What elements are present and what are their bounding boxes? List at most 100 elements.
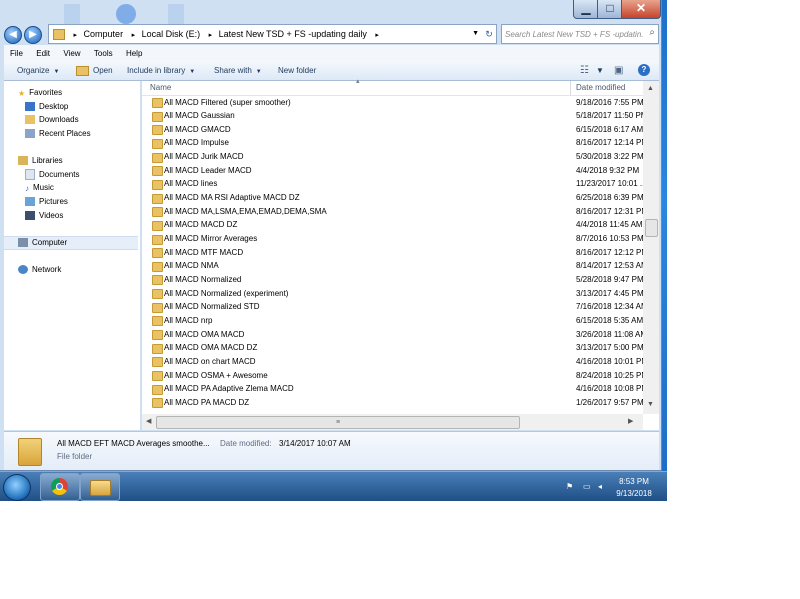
minimize-button[interactable]: ▁	[573, 0, 599, 19]
nav-recent-places[interactable]: Recent Places	[25, 128, 91, 140]
folder-icon	[152, 207, 163, 218]
breadcrumb-computer[interactable]: Computer	[84, 29, 124, 39]
breadcrumb-local-disk[interactable]: Local Disk (E:)	[142, 29, 201, 39]
clock-date[interactable]: 9/13/2018	[612, 489, 656, 498]
nav-documents-label: Documents	[39, 170, 80, 179]
file-row[interactable]: All MACD on chart MACD 4/16/2018 10:01 PM	[142, 355, 643, 369]
desktop-icon-shadow	[64, 4, 80, 24]
file-name: All MACD Jurik MACD	[164, 152, 244, 162]
folder-icon	[152, 343, 163, 354]
file-row[interactable]: All MACD Mirror Averages 8/7/2016 10:53 P…	[142, 233, 643, 247]
start-button[interactable]	[3, 474, 31, 501]
scroll-down-icon[interactable]: ▼	[647, 401, 654, 408]
file-row[interactable]: All MACD Normalized STD 7/16/2018 12:34 A…	[142, 301, 643, 315]
menu-help[interactable]: Help	[126, 46, 142, 62]
scroll-up-icon[interactable]: ▲	[647, 85, 654, 92]
menu-view[interactable]: View	[63, 46, 80, 62]
search-box[interactable]: ⌕	[501, 24, 659, 44]
file-row[interactable]: All MACD nrp 6/15/2018 5:35 AM	[142, 314, 643, 328]
column-divider[interactable]	[570, 81, 571, 95]
flag-icon[interactable]: ⚑	[566, 482, 573, 491]
file-date-modified: 1/26/2017 9:57 PM	[576, 397, 643, 407]
star-icon: ★	[18, 89, 26, 99]
file-row[interactable]: All MACD Impulse 8/16/2017 12:14 PM	[142, 137, 643, 151]
file-row[interactable]: All MACD OMA MACD 3/26/2018 11:08 AM	[142, 328, 643, 342]
chevron-down-icon[interactable]: ▼	[472, 25, 479, 43]
back-button[interactable]: ◀	[4, 26, 22, 44]
taskbar-explorer[interactable]	[80, 473, 120, 501]
help-icon[interactable]: ?	[638, 64, 650, 76]
scroll-left-icon[interactable]: ◀	[146, 417, 151, 425]
nav-pictures[interactable]: Pictures	[25, 196, 68, 208]
nav-network[interactable]: Network	[18, 264, 61, 276]
file-row[interactable]: All MACD Normalized 5/28/2018 9:47 PM	[142, 273, 643, 287]
nav-music[interactable]: ♪ Music	[25, 182, 54, 194]
taskbar-chrome[interactable]	[40, 473, 80, 501]
horizontal-scroll-thumb[interactable]: ≡	[156, 416, 520, 429]
folder-icon	[53, 29, 65, 41]
chevron-down-icon[interactable]: ▼	[596, 61, 604, 80]
forward-button[interactable]: ▶	[24, 26, 42, 44]
file-date-modified: 8/16/2017 12:31 PM	[576, 206, 643, 216]
file-date-modified: 5/18/2017 11:50 PM	[576, 111, 643, 121]
file-date-modified: 3/26/2018 11:08 AM	[576, 329, 643, 339]
menu-edit[interactable]: Edit	[36, 46, 50, 62]
nav-computer[interactable]: Computer	[4, 236, 138, 250]
menu-tools[interactable]: Tools	[94, 46, 113, 62]
nav-desktop[interactable]: Desktop	[25, 101, 68, 113]
file-row[interactable]: All MACD MTF MACD 8/16/2017 12:12 PM	[142, 246, 643, 260]
speaker-icon[interactable]: ◂	[598, 482, 602, 491]
folder-icon	[152, 98, 163, 108]
file-date-modified: 9/18/2016 7:55 PM	[576, 97, 643, 107]
share-with-button[interactable]: Share with ▼	[214, 61, 262, 82]
file-row[interactable]: All MACD PA Adaptive Zlema MACD 4/16/2018…	[142, 383, 643, 397]
open-button[interactable]: Open	[76, 61, 113, 80]
maximize-button[interactable]: □	[597, 0, 623, 19]
vertical-scrollbar[interactable]: ▲ ▼	[643, 81, 659, 414]
file-row[interactable]: All MACD Leader MACD 4/4/2018 9:32 PM	[142, 164, 643, 178]
file-date-modified: 8/16/2017 12:12 PM	[576, 247, 643, 257]
search-input[interactable]	[502, 25, 646, 43]
file-row[interactable]: All MACD Filtered (super smoother) 9/18/2…	[142, 96, 643, 110]
view-options-icon[interactable]: ☷	[580, 61, 589, 80]
folder-icon	[152, 357, 163, 368]
file-row[interactable]: All MACD NMA 8/14/2017 12:53 AM	[142, 260, 643, 274]
file-row[interactable]: All MACD PA MACD DZ 1/26/2017 9:57 PM	[142, 396, 643, 410]
file-row[interactable]: All MACD MA,LSMA,EMA,EMAD,DEMA,SMA 8/16/2…	[142, 205, 643, 219]
new-folder-button[interactable]: New folder	[278, 61, 316, 80]
nav-favorites[interactable]: ★ Favorites	[18, 87, 62, 99]
preview-pane-icon[interactable]: ▣	[614, 61, 623, 80]
organize-button[interactable]: Organize ▼	[17, 61, 59, 82]
breadcrumb-current-folder[interactable]: Latest New TSD + FS -updating daily	[219, 29, 367, 39]
horizontal-scrollbar[interactable]: ◀ ≡ ▶	[142, 414, 643, 430]
file-row[interactable]: All MACD Normalized (experiment) 3/13/201…	[142, 287, 643, 301]
file-row[interactable]: All MACD Jurik MACD 5/30/2018 3:22 PM	[142, 151, 643, 165]
network-icon[interactable]: ▭	[583, 482, 591, 491]
file-row[interactable]: All MACD OMA MACD DZ 3/13/2017 5:00 PM	[142, 342, 643, 356]
nav-libraries[interactable]: Libraries	[18, 155, 63, 167]
music-icon: ♪	[25, 184, 29, 194]
breadcrumb-separator: ▸	[73, 32, 78, 39]
file-row[interactable]: All MACD MA RSI Adaptive MACD DZ 6/25/201…	[142, 192, 643, 206]
menu-file[interactable]: File	[10, 46, 23, 62]
nav-documents[interactable]: Documents	[25, 169, 79, 181]
file-name: All MACD OMA MACD DZ	[164, 343, 258, 353]
scroll-right-icon[interactable]: ▶	[628, 417, 633, 425]
vertical-scroll-thumb[interactable]	[645, 219, 658, 237]
column-header-date-modified[interactable]: Date modified	[576, 83, 625, 92]
file-row[interactable]: All MACD OSMA + Awesome 8/24/2018 10:25 P…	[142, 369, 643, 383]
nav-videos[interactable]: Videos	[25, 210, 63, 222]
refresh-button[interactable]: ↻	[482, 24, 497, 44]
address-bar[interactable]: ▸ Computer ▸ Local Disk (E:) ▸ Latest Ne…	[48, 24, 484, 44]
nav-downloads[interactable]: Downloads	[25, 114, 79, 126]
search-icon[interactable]: ⌕	[649, 27, 655, 38]
file-row[interactable]: All MACD Gaussian 5/18/2017 11:50 PM	[142, 110, 643, 124]
column-header-name[interactable]: Name	[150, 83, 171, 92]
file-date-modified: 8/14/2017 12:53 AM	[576, 261, 643, 271]
file-row[interactable]: All MACD MACD DZ 4/4/2018 11:45 AM	[142, 219, 643, 233]
clock-time[interactable]: 8:53 PM	[616, 477, 652, 486]
file-row[interactable]: All MACD lines 11/23/2017 10:01 ...	[142, 178, 643, 192]
close-button[interactable]: ✕	[621, 0, 661, 19]
file-row[interactable]: All MACD GMACD 6/15/2018 6:17 AM	[142, 123, 643, 137]
include-in-library-button[interactable]: Include in library ▼	[127, 61, 195, 82]
